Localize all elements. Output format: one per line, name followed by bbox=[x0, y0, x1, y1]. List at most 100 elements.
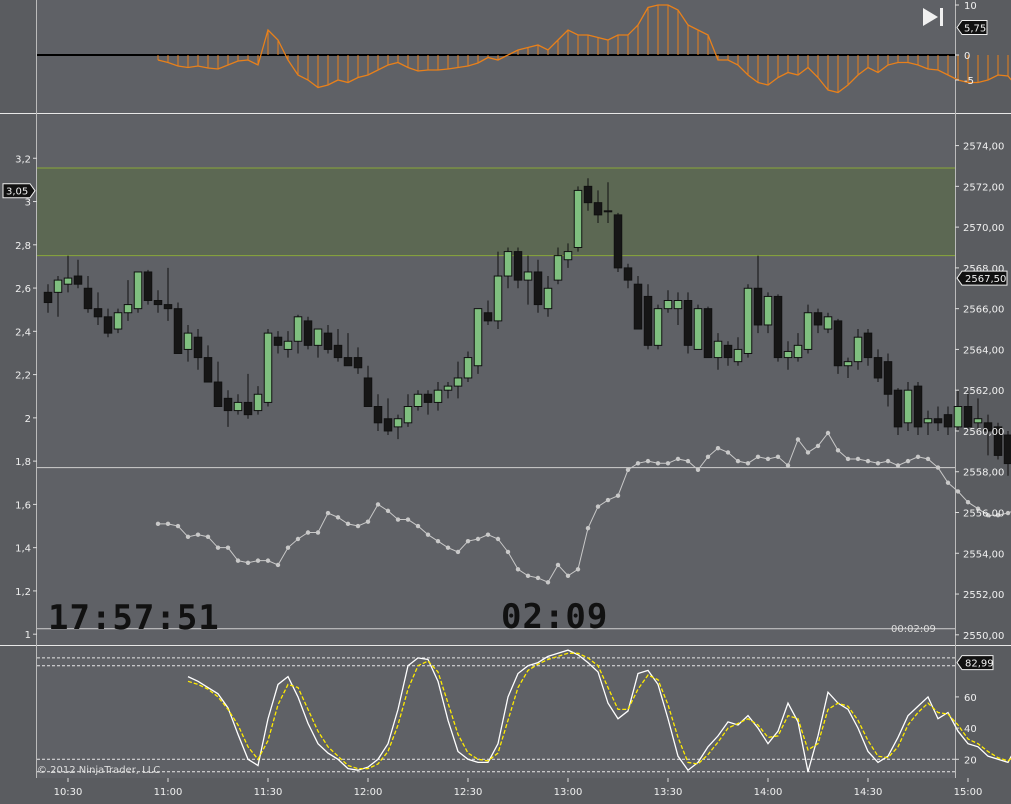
indicator-point bbox=[775, 454, 781, 459]
indicator-point bbox=[335, 515, 341, 520]
indicator-point bbox=[345, 521, 351, 527]
bar-timer: 00:02:09 bbox=[891, 624, 936, 635]
indicator-point bbox=[195, 532, 201, 537]
candle-body bbox=[233, 401, 243, 412]
price-y-tick-label: 2562,00 bbox=[963, 386, 1004, 397]
indicator-point bbox=[255, 558, 261, 563]
indicator-point bbox=[485, 532, 491, 537]
indicator-point bbox=[865, 458, 871, 464]
candle-body bbox=[383, 418, 393, 432]
candle-body bbox=[473, 308, 483, 367]
left-y-tick-label: 2,4 bbox=[15, 327, 31, 338]
candle-body bbox=[333, 344, 343, 359]
indicator-point bbox=[745, 461, 751, 466]
candle-body bbox=[933, 418, 943, 424]
price-y-tick-label: 2570,00 bbox=[963, 223, 1004, 234]
candle-body bbox=[533, 271, 543, 306]
indicator-point bbox=[505, 549, 511, 555]
candle-body bbox=[153, 300, 163, 306]
candle-body bbox=[123, 304, 133, 314]
candle-body bbox=[313, 328, 323, 346]
indicator-point bbox=[535, 575, 541, 581]
candle-body bbox=[373, 406, 383, 424]
candle-body bbox=[73, 275, 83, 285]
indicator-point bbox=[165, 521, 171, 527]
price-y-tick-label: 2552,00 bbox=[963, 590, 1004, 601]
price-y-tick-label: 2566,00 bbox=[963, 305, 1004, 316]
candle-body bbox=[523, 271, 533, 281]
indicator-point bbox=[575, 567, 581, 572]
candle-body bbox=[83, 287, 93, 310]
candle-body bbox=[913, 385, 923, 428]
candle-body bbox=[633, 283, 643, 330]
candle-body bbox=[363, 377, 373, 408]
candle-body bbox=[493, 275, 503, 322]
resistance-zone bbox=[37, 168, 955, 256]
indicator-point bbox=[155, 521, 161, 527]
candle-body bbox=[763, 295, 773, 326]
indicator-point bbox=[365, 519, 371, 524]
countdown-display: 02:09 bbox=[501, 597, 609, 637]
candle-body bbox=[733, 348, 743, 363]
indicator-point bbox=[495, 536, 501, 542]
candle-body bbox=[103, 316, 113, 334]
candle-body bbox=[263, 332, 273, 403]
candle-body bbox=[163, 304, 173, 310]
candle-body bbox=[273, 336, 283, 346]
candle-body bbox=[1003, 434, 1011, 465]
candle-body bbox=[443, 385, 453, 391]
price-y-tick-label: 2564,00 bbox=[963, 345, 1004, 356]
candle-body bbox=[613, 214, 623, 269]
candle-body bbox=[413, 393, 423, 407]
indicator-point bbox=[685, 458, 691, 464]
candle-body bbox=[783, 350, 793, 359]
osc-y-tick-label: 0 bbox=[964, 51, 970, 62]
price-y-tick-label: 2574,00 bbox=[963, 142, 1004, 153]
candle-body bbox=[623, 267, 633, 281]
candle-body bbox=[303, 320, 313, 346]
chart-frame bbox=[0, 0, 1011, 778]
indicator-point bbox=[605, 497, 611, 503]
indicator-point bbox=[725, 450, 731, 455]
indicator-point bbox=[545, 580, 551, 585]
stoch-y-tick-label: 20 bbox=[964, 755, 977, 766]
indicator-point bbox=[585, 525, 591, 531]
indicator-point bbox=[465, 538, 471, 544]
left-y-tick-label: 2,6 bbox=[15, 284, 31, 295]
x-tick-label: 12:00 bbox=[354, 787, 383, 798]
candle-body bbox=[803, 312, 813, 350]
candle-body bbox=[833, 320, 843, 367]
x-tick-label: 13:30 bbox=[654, 787, 683, 798]
left-y-tick-label: 2 bbox=[25, 414, 31, 425]
candle-body bbox=[743, 287, 753, 354]
candle-body bbox=[813, 312, 823, 326]
x-tick-label: 14:30 bbox=[854, 787, 883, 798]
candle-body bbox=[423, 393, 433, 403]
candle-body bbox=[893, 389, 903, 428]
candle-body bbox=[713, 340, 723, 359]
indicator-point bbox=[625, 467, 631, 472]
indicator-point bbox=[795, 437, 801, 442]
left-y-tick-label: 1,6 bbox=[15, 500, 31, 511]
indicator-point bbox=[275, 562, 281, 568]
panel-background-2 bbox=[37, 647, 955, 778]
candle-body bbox=[823, 316, 833, 330]
candle-body bbox=[673, 300, 683, 310]
left-value-label: 3,05 bbox=[6, 187, 28, 198]
candle-body bbox=[453, 377, 463, 387]
candle-body bbox=[283, 340, 293, 350]
candle-body bbox=[353, 357, 363, 369]
indicator-point bbox=[225, 545, 231, 550]
candle-body bbox=[923, 418, 933, 424]
left-y-tick-label: 1,2 bbox=[15, 587, 31, 598]
candle-body bbox=[483, 312, 493, 322]
candle-body bbox=[973, 418, 983, 424]
indicator-point bbox=[215, 545, 221, 550]
candle-body bbox=[463, 357, 473, 379]
price-y-tick-label: 2550,00 bbox=[963, 631, 1004, 642]
indicator-point bbox=[185, 534, 191, 540]
osc-y-tick-label: -5 bbox=[964, 76, 974, 87]
candle-body bbox=[403, 406, 413, 424]
indicator-point bbox=[555, 562, 561, 568]
indicator-point bbox=[445, 545, 451, 550]
